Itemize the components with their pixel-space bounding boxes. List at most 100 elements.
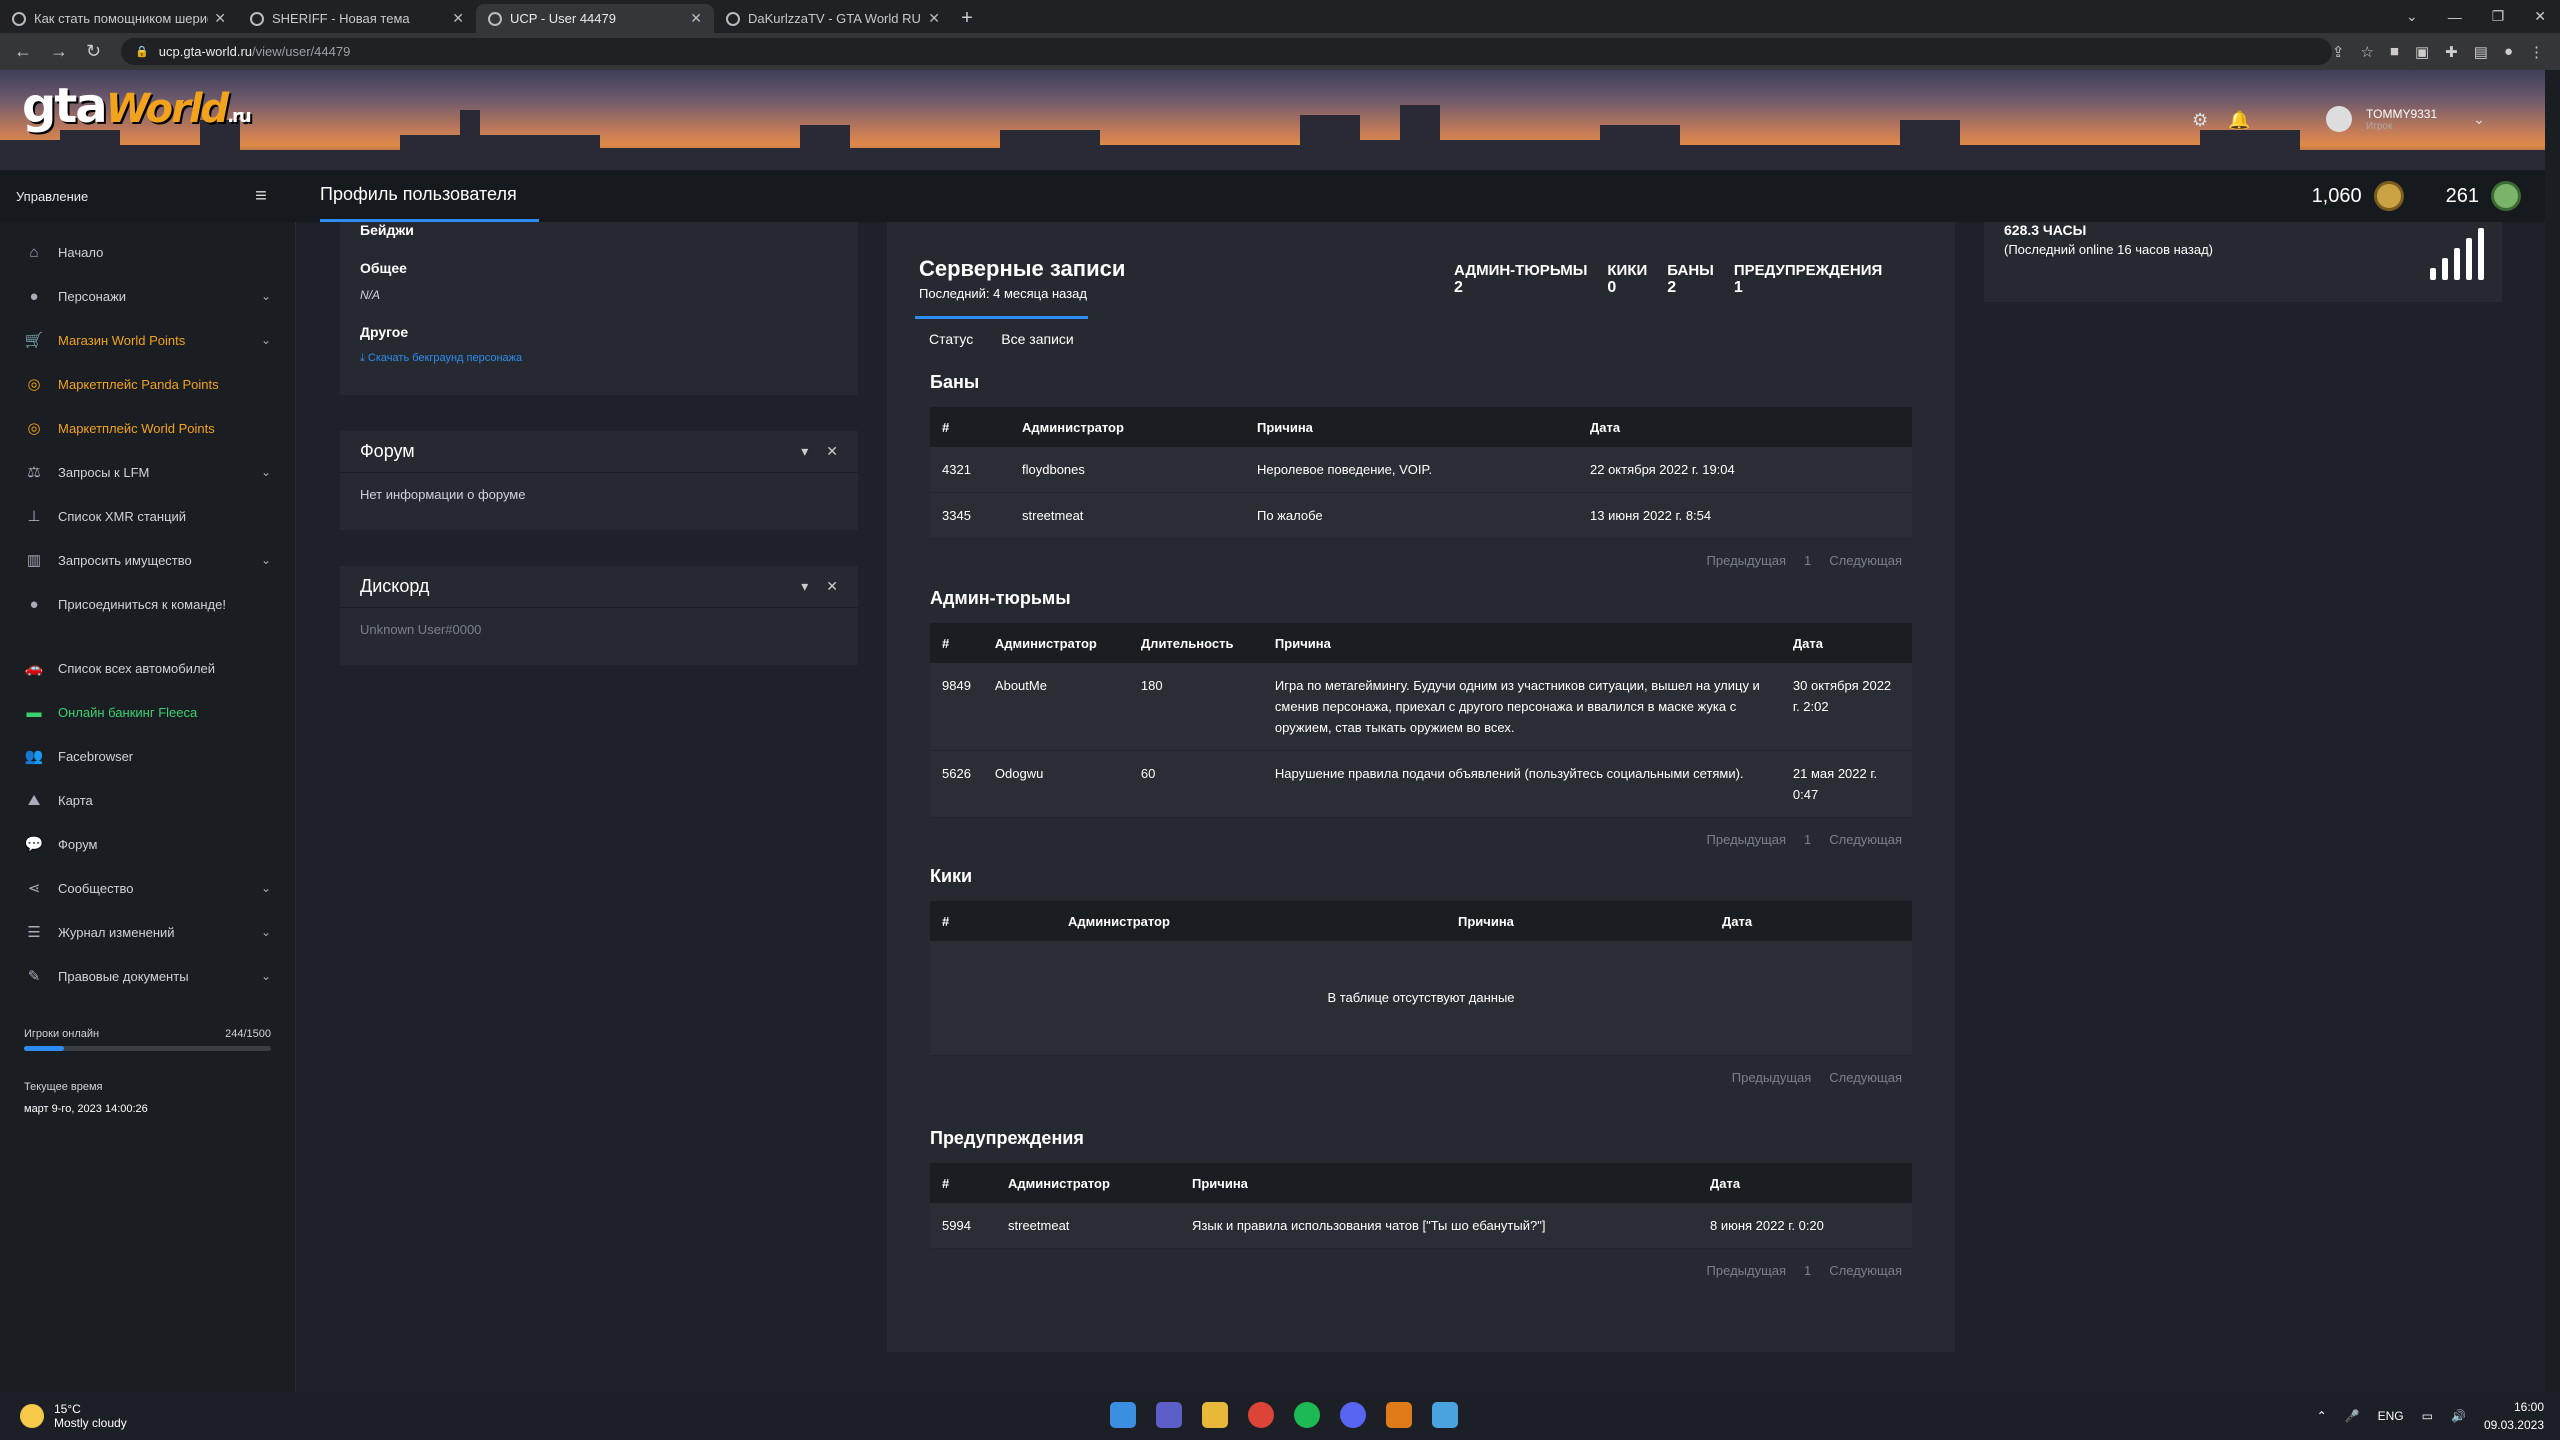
site-logo[interactable]: gtaWorld.ru: [22, 78, 252, 134]
chrome-icon[interactable]: [1248, 1402, 1274, 1428]
sidebar-item-property[interactable]: ▥ Запросить имущество ⌄: [0, 538, 295, 582]
minimize-icon[interactable]: —: [2448, 9, 2462, 25]
reload-icon[interactable]: ↻: [86, 41, 101, 62]
download-background-link[interactable]: ⤓ Скачать бекграунд персонажа: [360, 352, 838, 365]
clock-date: 09.03.2023: [2483, 1418, 2544, 1432]
sidebar-item-lfm[interactable]: ⚖ Запросы к LFM ⌄: [0, 450, 295, 494]
column-header[interactable]: Дата: [1710, 901, 1912, 941]
sidebar-item-join-team[interactable]: ● Присоединиться к команде!: [0, 582, 295, 626]
browser-tab[interactable]: Как стать помощником шериф ✕: [0, 4, 238, 33]
column-header[interactable]: Причина: [1245, 407, 1578, 447]
column-header[interactable]: Администратор: [1056, 901, 1446, 941]
close-icon[interactable]: ✕: [826, 443, 838, 460]
sidepanel-icon[interactable]: ▤: [2474, 43, 2488, 61]
column-header[interactable]: Администратор: [996, 1163, 1180, 1203]
gear-icon[interactable]: ⚙: [2192, 110, 2208, 131]
user-menu[interactable]: TOMMY9331 Игрок ⌄: [2326, 106, 2485, 132]
extension-icon[interactable]: ■: [2390, 43, 2399, 61]
url-field[interactable]: 🔒 ucp.gta-world.ru/view/user/44479: [121, 38, 2332, 65]
language-indicator[interactable]: ENG: [2378, 1409, 2404, 1423]
sidebar-item-characters[interactable]: ● Персонажи ⌄: [0, 274, 295, 318]
microphone-icon[interactable]: 🎤: [2345, 1409, 2360, 1423]
volume-icon[interactable]: 🔊: [2451, 1409, 2466, 1423]
new-tab-button[interactable]: +: [952, 4, 982, 33]
column-header[interactable]: Причина: [1262, 623, 1781, 663]
browser-tab[interactable]: DaKurlzzaTV - GTA World RU ✕: [714, 4, 952, 33]
sidebar-item-wp-marketplace[interactable]: ◎ Маркетплейс World Points: [0, 406, 295, 450]
prev-button[interactable]: Предыдущая: [1732, 1070, 1812, 1085]
column-header[interactable]: Администратор: [982, 623, 1129, 663]
column-header[interactable]: Дата: [1698, 1163, 1912, 1203]
forward-icon[interactable]: →: [50, 41, 68, 62]
close-icon[interactable]: ✕: [826, 578, 838, 595]
notepad-icon[interactable]: [1432, 1402, 1458, 1428]
extension-icon[interactable]: ▣: [2415, 43, 2429, 61]
bell-icon[interactable]: 🔔: [2228, 110, 2250, 131]
sidebar-item-world-points-shop[interactable]: 🛒 Магазин World Points ⌄: [0, 318, 295, 362]
column-header[interactable]: Администратор: [1010, 407, 1245, 447]
close-icon[interactable]: ✕: [452, 10, 464, 27]
prev-button[interactable]: Предыдущая: [1707, 832, 1787, 847]
sidebar-item-forum[interactable]: 💬 Форум: [0, 822, 295, 866]
close-icon[interactable]: ✕: [690, 10, 702, 27]
column-header[interactable]: #: [930, 407, 1010, 447]
page-scrollbar[interactable]: [2545, 70, 2560, 1392]
caret-down-icon[interactable]: ▾: [801, 578, 808, 595]
close-icon[interactable]: ✕: [928, 10, 940, 27]
column-header[interactable]: Дата: [1578, 407, 1912, 447]
chevron-up-icon[interactable]: ⌃: [2317, 1409, 2327, 1423]
browser-tab[interactable]: SHERIFF - Новая тема ✕: [238, 4, 476, 33]
hamburger-icon[interactable]: ≡: [226, 185, 296, 208]
browser-tab-active[interactable]: UCP - User 44479 ✕: [476, 4, 714, 33]
prev-button[interactable]: Предыдущая: [1707, 1263, 1787, 1278]
chevron-down-icon[interactable]: ⌄: [2473, 111, 2485, 128]
close-window-icon[interactable]: ✕: [2534, 8, 2546, 25]
next-button[interactable]: Следующая: [1829, 1263, 1902, 1278]
folder-icon[interactable]: [1202, 1402, 1228, 1428]
column-header[interactable]: #: [930, 1163, 996, 1203]
close-icon[interactable]: ✕: [214, 10, 226, 27]
discord-icon[interactable]: [1340, 1402, 1366, 1428]
teams-icon[interactable]: [1156, 1402, 1182, 1428]
network-icon[interactable]: ▭: [2422, 1409, 2433, 1423]
share-icon[interactable]: ⇪: [2332, 43, 2345, 61]
sidebar-item-changelog[interactable]: ☰ Журнал изменений ⌄: [0, 910, 295, 954]
caret-down-icon[interactable]: ▾: [801, 443, 808, 460]
column-header[interactable]: #: [930, 623, 983, 663]
page-button[interactable]: 1: [1804, 553, 1811, 568]
column-header[interactable]: #: [930, 901, 1056, 941]
start-icon[interactable]: [1110, 1402, 1136, 1428]
page-button[interactable]: 1: [1804, 832, 1811, 847]
sidebar-item-community[interactable]: ⋖ Сообщество ⌄: [0, 866, 295, 910]
app-icon[interactable]: [1386, 1402, 1412, 1428]
sidebar-item-cars[interactable]: 🚗 Список всех автомобилей: [0, 646, 295, 690]
sidebar-item-legal[interactable]: ✎ Правовые документы ⌄: [0, 954, 295, 998]
spotify-icon[interactable]: [1294, 1402, 1320, 1428]
restore-icon[interactable]: ❐: [2492, 8, 2505, 25]
prev-button[interactable]: Предыдущая: [1707, 553, 1787, 568]
column-header[interactable]: Длительность: [1128, 623, 1263, 663]
chevron-down-icon[interactable]: ⌄: [2406, 8, 2418, 25]
sidebar-item-xmr[interactable]: ⊥ Список XMR станций: [0, 494, 295, 538]
puzzle-icon[interactable]: ✚: [2445, 43, 2458, 61]
star-icon[interactable]: ☆: [2360, 43, 2373, 61]
sidebar-item-banking[interactable]: ▬ Онлайн банкинг Fleeca: [0, 690, 295, 734]
column-header[interactable]: Причина: [1180, 1163, 1698, 1203]
next-button[interactable]: Следующая: [1829, 553, 1902, 568]
clock[interactable]: 16:00 09.03.2023: [2484, 1398, 2544, 1434]
next-button[interactable]: Следующая: [1829, 1070, 1902, 1085]
tab-all-records[interactable]: Все записи: [987, 316, 1088, 359]
sidebar-item-home[interactable]: ⌂ Начало: [0, 230, 295, 274]
page-button[interactable]: 1: [1804, 1263, 1811, 1278]
column-header[interactable]: Дата: [1780, 623, 1912, 663]
weather-widget[interactable]: 15°C Mostly cloudy: [0, 1402, 127, 1430]
menu-icon[interactable]: ⋮: [2529, 43, 2544, 61]
sidebar-item-facebrowser[interactable]: 👥 Facebrowser: [0, 734, 295, 778]
profile-icon[interactable]: ●: [2504, 43, 2513, 61]
sidebar-item-panda-marketplace[interactable]: ◎ Маркетплейс Panda Points: [0, 362, 295, 406]
next-button[interactable]: Следующая: [1829, 832, 1902, 847]
tab-status[interactable]: Статус: [915, 316, 988, 359]
sidebar-item-map[interactable]: ⛰ Карта: [0, 778, 295, 822]
column-header[interactable]: Причина: [1446, 901, 1710, 941]
back-icon[interactable]: ←: [14, 41, 32, 62]
